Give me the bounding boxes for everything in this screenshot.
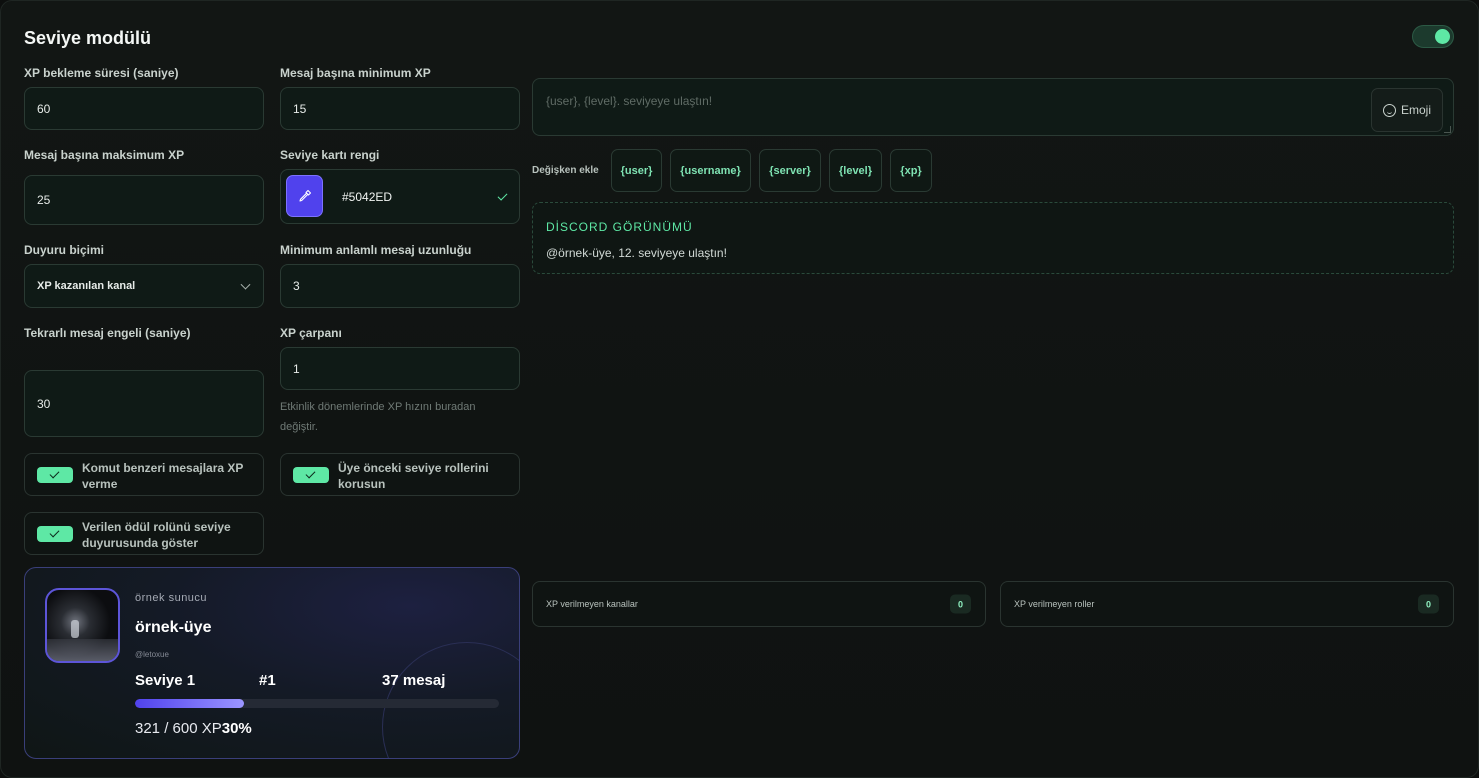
multiplier-input[interactable]: 1 [280,347,520,390]
variable-chip-level[interactable]: {level} [829,149,882,192]
resize-handle[interactable] [1444,126,1451,133]
xp-progress-fill [135,699,245,708]
card-message-count: 37 mesaj [382,672,446,689]
level-module-panel: Seviye modülü XP bekleme süresi (saniye)… [0,0,1479,778]
emoji-button[interactable]: Emoji [1371,88,1443,132]
card-xp: 321 / 600 XP30% [135,720,252,737]
message-placeholder: {user}, {level}. seviyeye ulaştın! [546,94,713,108]
excluded-channels-selector[interactable]: XP verilmeyen kanallar 0 [532,581,986,627]
keep-roles-checkbox[interactable]: Üye önceki seviye rollerini korusun [280,453,520,496]
card-color-picker[interactable]: #5042ED [280,169,520,224]
variable-chip-xp[interactable]: {xp} [890,149,932,192]
excluded-roles-selector[interactable]: XP verilmeyen roller 0 [1000,581,1454,627]
card-server-name: örnek sunucu [135,592,208,604]
level-message-textarea[interactable]: {user}, {level}. seviyeye ulaştın! Emoji [532,78,1454,136]
card-level: Seviye 1 [135,672,196,689]
cooldown-label: XP bekleme süresi (saniye) [24,66,179,80]
excluded-channels-count: 0 [950,594,971,614]
cooldown-input[interactable]: 60 [24,87,264,130]
card-xp-percent: 30% [221,720,252,737]
keep-roles-label: Üye önceki seviye rollerini korusun [338,461,489,491]
repeat-block-input[interactable]: 30 [24,370,264,437]
no-command-xp-checkbox[interactable]: Komut benzeri mesajlara XP verme [24,453,264,496]
excluded-roles-label: XP verilmeyen roller [1014,599,1095,609]
check-icon [497,190,508,201]
no-command-xp-label: Komut benzeri mesajlara XP verme [82,461,244,491]
avatar [45,588,120,663]
min-xp-label: Mesaj başına minimum XP [280,66,431,80]
excluded-channels-label: XP verilmeyen kanallar [546,599,638,609]
toggle-knob [1435,29,1450,44]
card-color-label: Seviye kartı rengi [280,148,380,162]
multiplier-label: XP çarpanı [280,326,342,340]
card-username: örnek-üye [135,619,212,636]
avatar-ground [47,639,118,661]
card-handle: @letoxue [135,650,169,659]
show-reward-checkbox[interactable]: Verilen ödül rolünü seviye duyurusunda g… [24,512,264,555]
variable-chip-username[interactable]: {username} [670,149,751,192]
chevron-down-icon [240,279,251,290]
announce-format-select[interactable]: XP kazanılan kanal [24,264,264,308]
color-swatch[interactable] [286,175,323,217]
smile-icon [1382,103,1396,117]
preview-text: @örnek-üye, 12. seviyeye ulaştın! [546,246,727,260]
multiplier-hint: Etkinlik dönemlerinde XP hızını buradan … [280,401,476,433]
checkbox-checked-icon [293,466,329,483]
announce-format-label: Duyuru biçimi [24,243,105,257]
xp-progress-bar [135,699,499,708]
card-color-hex: #5042ED [342,189,393,204]
announce-format-value: XP kazanılan kanal [37,280,136,292]
level-card-preview: örnek sunucu örnek-üye @letoxue Seviye 1… [24,567,520,759]
module-enable-toggle[interactable] [1412,25,1454,48]
eyedropper-icon [298,189,311,202]
checkbox-checked-icon [37,525,73,542]
max-xp-input[interactable]: 25 [24,175,264,225]
module-title: Seviye modülü [24,28,152,48]
min-length-input[interactable]: 3 [280,264,520,308]
variables-label: Değişken ekle [532,165,599,176]
max-xp-label: Mesaj başına maksimum XP [24,148,185,162]
card-rank: #1 [259,672,276,689]
variable-chip-user[interactable]: {user} [611,149,662,192]
show-reward-label: Verilen ödül rolünü seviye duyurusunda g… [82,520,231,550]
repeat-block-label: Tekrarlı mesaj engeli (saniye) [24,326,191,340]
card-xp-text: 321 / 600 XP [135,720,222,737]
min-xp-input[interactable]: 15 [280,87,520,130]
excluded-roles-count: 0 [1418,594,1439,614]
avatar-figure [71,620,79,638]
checkbox-checked-icon [37,466,73,483]
preview-heading: DİSCORD GÖRÜNÜMÜ [546,220,693,234]
variable-chip-server[interactable]: {server} [759,149,821,192]
discord-preview: DİSCORD GÖRÜNÜMÜ @örnek-üye, 12. seviyey… [532,202,1454,274]
min-length-label: Minimum anlamlı mesaj uzunluğu [280,243,472,257]
emoji-label: Emoji [1400,103,1431,117]
